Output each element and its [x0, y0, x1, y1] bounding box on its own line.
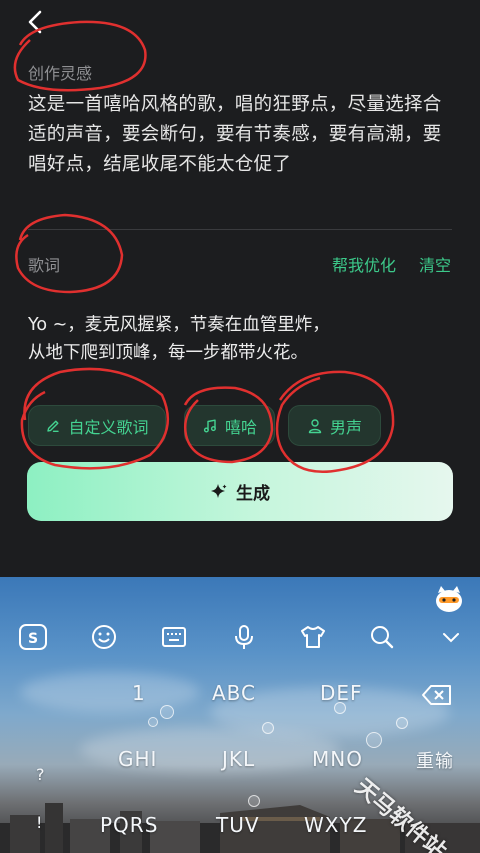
- custom-lyrics-label: 自定义歌词: [68, 417, 149, 437]
- clear-button[interactable]: 清空: [419, 252, 451, 276]
- genre-chip[interactable]: 嘻哈: [184, 405, 275, 446]
- svg-text:S: S: [28, 631, 38, 647]
- pencil-icon: [47, 420, 60, 432]
- lyrics-text[interactable]: Yo ~，麦克风握紧，节奏在血管里炸， 从地下爬到顶峰，每一步都带火花。: [28, 311, 456, 367]
- sparkle-icon: [211, 483, 227, 498]
- person-icon: [308, 418, 322, 433]
- key-question[interactable]: ?: [36, 765, 46, 784]
- key-exclamation[interactable]: !: [36, 813, 43, 832]
- key-tuv[interactable]: TUV: [216, 813, 260, 837]
- backspace-icon[interactable]: [420, 680, 454, 710]
- emoji-icon[interactable]: [89, 622, 119, 652]
- bubble: [366, 732, 382, 748]
- key-jkl[interactable]: JKL: [222, 747, 255, 771]
- lyrics-label: 歌词: [28, 256, 61, 275]
- key-reset[interactable]: 重输: [416, 747, 454, 773]
- lyrics-line: Yo ~，麦克风握紧，节奏在血管里炸，: [28, 315, 330, 335]
- bubble: [148, 717, 158, 727]
- genre-label: 嘻哈: [224, 417, 257, 437]
- section-divider: [28, 229, 452, 230]
- key-mno[interactable]: MNO: [312, 747, 363, 771]
- inspiration-label: 创作灵感: [28, 64, 93, 83]
- microphone-icon[interactable]: [229, 622, 259, 652]
- voice-label: 男声: [329, 417, 362, 437]
- mascot-icon[interactable]: [434, 585, 464, 613]
- lyrics-line: 从地下爬到顶峰，每一步都带火花。: [28, 343, 308, 363]
- bubble: [248, 795, 260, 807]
- voice-chip[interactable]: 男声: [288, 405, 381, 446]
- song-creation-screen: 创作灵感 这是一首嘻哈风格的歌，唱的狂野点，尽量选择合适的声音，要会断句，要有节…: [0, 0, 480, 577]
- key-1[interactable]: 1: [132, 681, 146, 705]
- bubble: [160, 705, 174, 719]
- optimize-button[interactable]: 帮我优化: [332, 252, 396, 276]
- skin-shirt-icon[interactable]: [298, 622, 328, 652]
- inspiration-text[interactable]: 这是一首嘻哈风格的歌，唱的狂野点，尽量选择合适的声音，要会断句，要有节奏感，要有…: [28, 90, 456, 180]
- generate-label: 生成: [236, 484, 270, 504]
- key-ghi[interactable]: GHI: [118, 747, 157, 771]
- collapse-keyboard-icon[interactable]: [436, 622, 466, 652]
- bubble: [334, 702, 346, 714]
- bubble: [396, 717, 408, 729]
- bubble: [262, 722, 274, 734]
- generate-button[interactable]: 生成: [27, 462, 453, 521]
- key-wxyz[interactable]: WXYZ: [304, 813, 367, 837]
- music-note-icon: [203, 419, 216, 432]
- sogou-logo-icon[interactable]: S: [18, 622, 48, 652]
- cloud: [20, 672, 200, 712]
- back-chevron-icon[interactable]: [22, 8, 52, 38]
- search-icon[interactable]: [367, 622, 397, 652]
- key-pqrs[interactable]: PQRS: [100, 813, 158, 837]
- key-abc[interactable]: ABC: [212, 681, 256, 705]
- custom-lyrics-chip[interactable]: 自定义歌词: [28, 405, 166, 446]
- keyboard-layout-icon[interactable]: [159, 622, 189, 652]
